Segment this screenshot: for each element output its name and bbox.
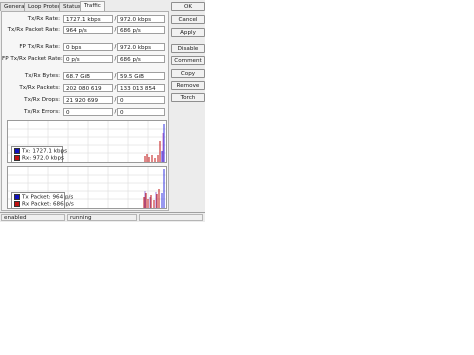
field-label: Tx/Rx Packet Rate: — [7, 27, 60, 33]
fp-tx-packet-rate-field[interactable]: 0 p/s — [63, 55, 113, 63]
field-label: Tx/Rx Drops: — [24, 97, 60, 103]
rx-swatch — [14, 154, 20, 161]
interface-window: General Loop Protect Status Traffic Tx/R… — [0, 0, 205, 212]
apply-button[interactable]: Apply — [171, 28, 205, 37]
field-row-tx-rx-rate: Tx/Rx Rate: 1727.1 kbps / 972.0 kbps — [2, 15, 168, 24]
field-label: Tx/Rx Bytes: — [24, 73, 60, 79]
field-row-tx-rx-packets: Tx/Rx Packets: 202 080 619 / 133 013 854 — [2, 84, 168, 93]
field-row-fp-tx-rx-packet-rate: FP Tx/Rx Packet Rate: 0 p/s / 686 p/s — [2, 55, 168, 64]
rx-bytes-field[interactable]: 59.5 GiB — [117, 72, 165, 80]
legend-rx-name: Rx: — [22, 155, 32, 161]
fp-tx-rate-field[interactable]: 0 bps — [63, 43, 113, 51]
traffic-panel: Tx/Rx Rate: 1727.1 kbps / 972.0 kbps Tx/… — [1, 11, 169, 211]
status-empty — [139, 214, 203, 221]
field-label: FP Tx/Rx Packet Rate: — [2, 56, 63, 62]
field-label: Tx/Rx Rate: — [27, 16, 60, 22]
tx-packet-rate-field[interactable]: 964 p/s — [63, 26, 113, 34]
ok-button[interactable]: OK — [171, 2, 205, 11]
remove-button[interactable]: Remove — [171, 81, 205, 90]
tx-packets-field[interactable]: 202 080 619 — [63, 84, 113, 92]
field-row-fp-tx-rx-rate: FP Tx/Rx Rate: 0 bps / 972.0 kbps — [2, 43, 168, 52]
status-bar: enabled running — [0, 212, 205, 222]
tx-packet-swatch — [14, 194, 20, 200]
field-row-tx-rx-bytes: Tx/Rx Bytes: 68.7 GiB / 59.5 GiB — [2, 72, 168, 81]
packet-rate-graph: Tx Packet: 964 p/s Rx Packet: 686 p/s — [7, 166, 167, 209]
fp-rx-rate-field[interactable]: 972.0 kbps — [117, 43, 165, 51]
fp-rx-packet-rate-field[interactable]: 686 p/s — [117, 55, 165, 63]
rx-packets-field[interactable]: 133 013 854 — [117, 84, 165, 92]
legend-rx-packet-name: Rx Packet: — [22, 201, 52, 207]
legend-rx-packet: Rx Packet: 686 p/s — [14, 200, 74, 207]
rx-errors-field[interactable]: 0 — [117, 108, 165, 116]
legend-rx: Rx: 972.0 kbps — [14, 154, 64, 161]
rx-rate-field[interactable]: 972.0 kbps — [117, 15, 165, 23]
copy-button[interactable]: Copy — [171, 69, 205, 78]
tab-traffic[interactable]: Traffic — [80, 1, 105, 11]
torch-button[interactable]: Torch — [171, 93, 205, 102]
tx-errors-field[interactable]: 0 — [63, 108, 113, 116]
status-running: running — [67, 214, 137, 221]
tx-swatch — [14, 148, 20, 154]
rx-drops-field[interactable]: 0 — [117, 96, 165, 104]
field-label: Tx/Rx Packets: — [19, 85, 60, 91]
status-enabled: enabled — [1, 214, 65, 221]
legend-rx-packet-value: 686 p/s — [52, 201, 74, 207]
field-row-tx-rx-errors: Tx/Rx Errors: 0 / 0 — [2, 108, 168, 117]
traffic-rate-legend: Tx: 1727.1 kbps Rx: 972.0 kbps — [11, 146, 67, 163]
disable-button[interactable]: Disable — [171, 44, 205, 53]
rx-packet-rate-field[interactable]: 686 p/s — [117, 26, 165, 34]
tx-drops-field[interactable]: 21 920 699 — [63, 96, 113, 104]
tx-bytes-field[interactable]: 68.7 GiB — [63, 72, 113, 80]
field-label: FP Tx/Rx Rate: — [19, 44, 60, 50]
cancel-button[interactable]: Cancel — [171, 15, 205, 24]
comment-button[interactable]: Comment — [171, 56, 205, 65]
legend-rx-value: 972.0 kbps — [32, 155, 64, 161]
field-row-tx-rx-drops: Tx/Rx Drops: 21 920 699 / 0 — [2, 96, 168, 105]
traffic-rate-graph: Tx: 1727.1 kbps Rx: 972.0 kbps — [7, 120, 167, 163]
tx-rate-field[interactable]: 1727.1 kbps — [63, 15, 113, 23]
rx-packet-swatch — [14, 200, 20, 207]
packet-rate-legend: Tx Packet: 964 p/s Rx Packet: 686 p/s — [11, 192, 74, 209]
field-row-tx-rx-packet-rate: Tx/Rx Packet Rate: 964 p/s / 686 p/s — [2, 26, 168, 35]
field-label: Tx/Rx Errors: — [23, 109, 60, 115]
